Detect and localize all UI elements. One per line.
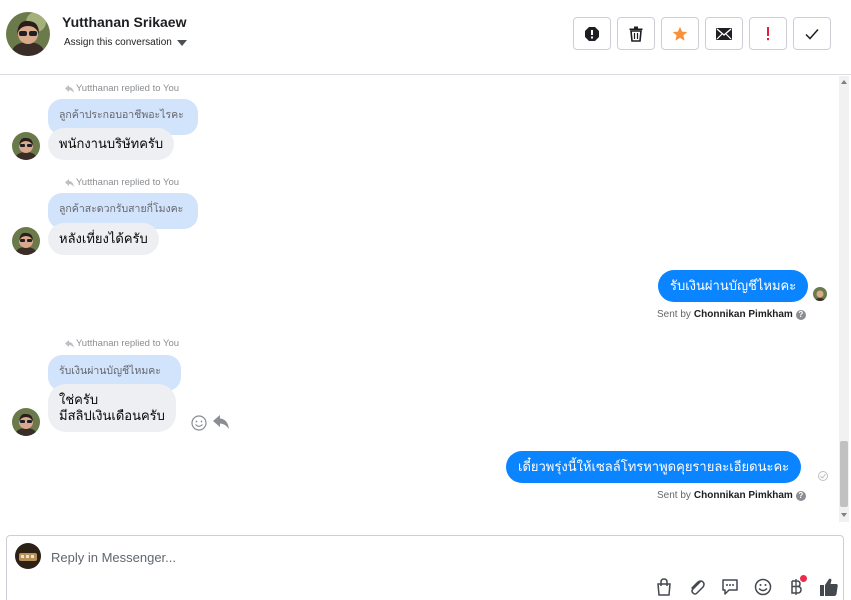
- spam-icon: [585, 26, 599, 41]
- incoming-message[interactable]: ใช่ครับ มีสลิปเงินเดือนครับ: [48, 384, 176, 432]
- thread-scrollbar[interactable]: [839, 76, 849, 522]
- replied-indicator: Yutthanan replied to You: [65, 338, 179, 349]
- thumbs-up-icon: [820, 578, 838, 596]
- sender-name[interactable]: Chonnikan Pimkham: [694, 309, 793, 320]
- sender-name[interactable]: Chonnikan Pimkham: [694, 490, 793, 501]
- react-emoji-icon[interactable]: [191, 415, 207, 431]
- emoji-icon: [754, 578, 772, 596]
- sent-by-label: Sent by Chonnikan Pimkham ?: [657, 490, 806, 501]
- reply-composer: [6, 535, 844, 600]
- incoming-message[interactable]: หลังเที่ยงได้ครับ: [48, 223, 159, 255]
- follow-up-button[interactable]: [749, 17, 787, 50]
- reply-arrow-icon: [65, 339, 74, 348]
- scroll-up-arrow-icon[interactable]: [841, 80, 847, 84]
- reply-arrow-icon: [65, 178, 74, 187]
- help-icon[interactable]: ?: [795, 490, 806, 501]
- caret-down-icon: [176, 39, 187, 46]
- replied-indicator: Yutthanan replied to You: [65, 83, 179, 94]
- contact-avatar-small: [12, 132, 40, 160]
- help-icon[interactable]: ?: [795, 309, 806, 320]
- sent-by-label: Sent by Chonnikan Pimkham ?: [657, 309, 806, 320]
- payment-button[interactable]: [785, 575, 807, 598]
- like-button[interactable]: [818, 576, 840, 598]
- contact-avatar-small: [12, 408, 40, 436]
- reply-arrow-icon: [65, 84, 74, 93]
- outgoing-message[interactable]: เดี๋ยวพรุ่งนี้ให้เซลล์โทรหาพูดคุยรายละเอ…: [506, 451, 802, 483]
- seen-avatar: [813, 287, 827, 301]
- replied-label: Yutthanan replied to You: [76, 177, 180, 188]
- page-avatar: [15, 543, 41, 569]
- replied-label: Yutthanan replied to You: [76, 338, 180, 349]
- outgoing-message[interactable]: รับเงินผ่านบัญชีไหมคะ: [658, 270, 809, 302]
- message-line: ใช่ครับ: [59, 392, 99, 407]
- star-button[interactable]: [661, 17, 699, 50]
- assign-label: Assign this conversation: [64, 37, 172, 48]
- conversation-header: Yutthanan Srikaew Assign this conversati…: [0, 0, 851, 75]
- delivered-icon: [818, 471, 828, 481]
- sent-by-prefix: Sent by: [657, 490, 691, 501]
- scroll-down-arrow-icon[interactable]: [841, 513, 847, 517]
- attach-button[interactable]: [686, 576, 708, 598]
- shop-button[interactable]: [653, 576, 675, 598]
- message-line: มีสลิปเงินเดือนครับ: [59, 408, 165, 423]
- mark-done-button[interactable]: [793, 17, 831, 50]
- assign-conversation-button[interactable]: Assign this conversation: [64, 37, 187, 48]
- message-thread: Yutthanan replied to You ลูกค้าประกอบอาช…: [0, 75, 851, 523]
- replied-indicator: Yutthanan replied to You: [65, 177, 179, 188]
- check-icon: [805, 28, 819, 40]
- emoji-button[interactable]: [752, 576, 774, 598]
- saved-replies-button[interactable]: [719, 576, 741, 598]
- contact-avatar[interactable]: [6, 12, 50, 56]
- shopping-bag-icon: [657, 578, 671, 596]
- notification-dot: [800, 575, 807, 582]
- contact-name: Yutthanan Srikaew: [62, 14, 187, 30]
- contact-avatar-small: [12, 227, 40, 255]
- reply-input[interactable]: [51, 546, 651, 568]
- envelope-icon: [716, 27, 732, 40]
- reply-icon[interactable]: [213, 415, 229, 429]
- header-actions: [573, 17, 831, 50]
- paperclip-icon: [691, 580, 705, 595]
- exclamation-icon: [767, 26, 769, 40]
- chat-bubble-icon: [722, 579, 738, 595]
- sent-by-prefix: Sent by: [657, 309, 691, 320]
- replied-label: Yutthanan replied to You: [76, 83, 180, 94]
- star-icon: [672, 26, 688, 41]
- scrollbar-thumb[interactable]: [840, 441, 848, 507]
- spam-button[interactable]: [573, 17, 611, 50]
- mark-unread-button[interactable]: [705, 17, 743, 50]
- composer-tools: [653, 575, 840, 598]
- message-actions: [191, 415, 229, 431]
- trash-icon: [629, 26, 643, 42]
- delete-button[interactable]: [617, 17, 655, 50]
- incoming-message[interactable]: พนักงานบริษัทครับ: [48, 128, 175, 160]
